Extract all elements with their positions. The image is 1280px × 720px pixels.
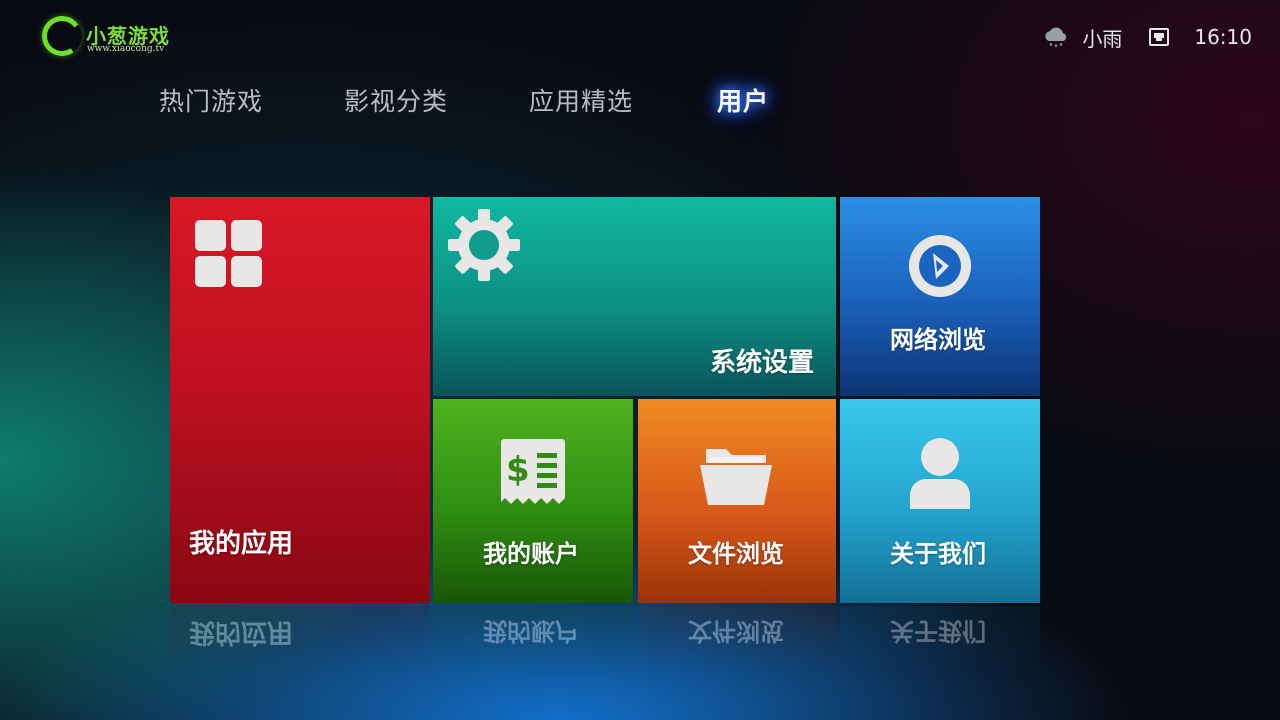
- tab-featured-apps[interactable]: 应用精选: [529, 82, 633, 118]
- tile-system-settings[interactable]: 系统设置: [433, 197, 836, 396]
- reflection-label-my-account: 我的账户: [483, 617, 579, 645]
- user-icon: [910, 438, 970, 509]
- tile-label-file-browse: 文件浏览: [688, 540, 784, 568]
- logo-ring-icon: [38, 12, 86, 60]
- tile-label-about-us: 关于我们: [890, 540, 986, 568]
- grid-icon: [195, 220, 262, 287]
- logo-url: www.xiaocong.tv: [87, 44, 165, 54]
- network-icon: [1149, 28, 1170, 46]
- reflection-label-about-us: 关于我们: [890, 617, 986, 645]
- reflection-my-apps: 我的应用: [170, 606, 430, 676]
- reflection-label-file-browse: 文件浏览: [688, 617, 784, 645]
- reflection-my-account: 我的账户: [433, 606, 633, 676]
- folder-icon: [700, 449, 772, 505]
- weather-text: 小雨: [1082, 26, 1123, 51]
- reflection-file-browse: 文件浏览: [638, 606, 836, 676]
- gear-icon: [448, 209, 520, 281]
- tile-label-web-browse: 网络浏览: [890, 326, 986, 354]
- logo: 小葱游戏 www.xiaocong.tv: [38, 12, 202, 62]
- tab-video-categories[interactable]: 影视分类: [344, 82, 448, 118]
- tile-web-browse[interactable]: 网络浏览: [840, 197, 1040, 396]
- cloud-rain-icon: [1045, 27, 1067, 47]
- tile-file-browse[interactable]: 文件浏览: [638, 399, 836, 603]
- reflection-about-us: 关于我们: [840, 606, 1040, 676]
- tile-label-system-settings: 系统设置: [709, 348, 814, 378]
- status-bar: 小雨 16:10: [1042, 22, 1252, 52]
- tile-about-us[interactable]: 关于我们: [840, 399, 1040, 603]
- clock-time: 16:10: [1194, 25, 1252, 49]
- tile-my-account[interactable]: $ 我的账户: [433, 399, 633, 603]
- receipt-icon: $: [501, 439, 565, 504]
- tile-my-apps[interactable]: 我的应用: [170, 197, 430, 603]
- reflection-label-my-apps: 我的应用: [189, 617, 294, 647]
- compass-icon: [909, 235, 971, 297]
- svg-text:$: $: [506, 450, 530, 490]
- tile-label-my-apps: 我的应用: [189, 529, 294, 559]
- tab-user[interactable]: 用户: [717, 82, 769, 118]
- tile-label-my-account: 我的账户: [483, 540, 579, 568]
- tab-hot-games[interactable]: 热门游戏: [159, 82, 263, 118]
